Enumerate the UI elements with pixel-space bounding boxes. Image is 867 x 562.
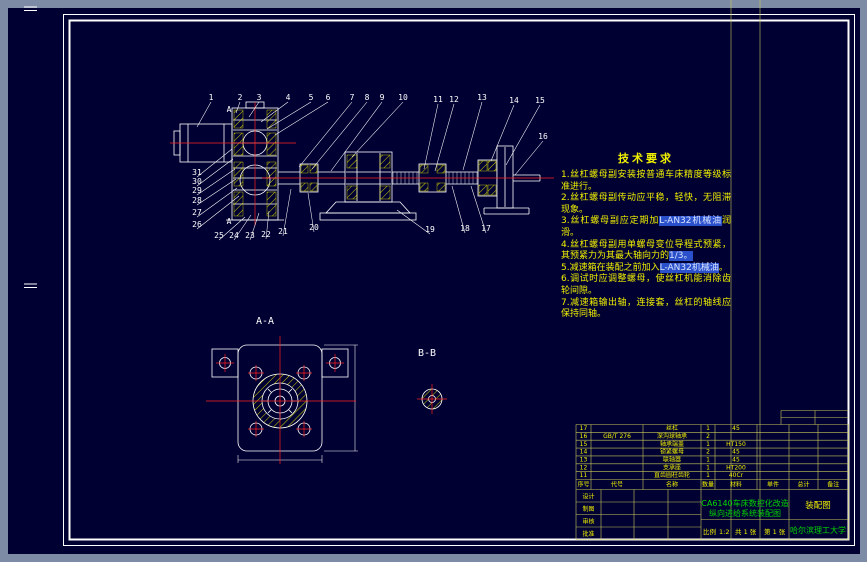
tech-requirement-item: 5.减速箱在装配之前加入L-AN32机械油。 [561,262,728,273]
table-cell: 45 [732,457,740,464]
table-cell: HT200 [726,464,746,471]
table-cell: 总计 [797,481,809,489]
table-cell: 深沟球轴承 [657,432,687,440]
part-callout: 10 [398,93,408,102]
table-cell: 13 [580,457,588,464]
table-cell: 17 [580,425,588,432]
part-callout: 8 [365,93,370,102]
table-cell: 锁紧螺母 [660,448,684,456]
tech-requirement-item: 3.丝杠螺母副应定期加L-AN32机械油润滑。 [561,216,731,238]
table-cell: 2 [706,433,710,440]
table-cell: 支承座 [663,463,681,471]
part-callout: 15 [535,96,545,105]
part-callout: 21 [278,227,288,236]
part-callout: 7 [350,93,355,102]
table-cell: 轴承端盖 [660,440,684,448]
table-cell: 丝杠 [666,424,678,432]
part-callout: A [227,105,232,114]
table-cell: 11 [580,472,588,479]
sheet-total: 共 1 张 [735,527,757,536]
drawing-canvas[interactable]: A-A B-B 1 2 3 4 5 6 7 8 9 10 11 12 13 14 1516171819202… [0,0,867,562]
tech-requirement-item: 7.减速箱输出轴，连接套，丝杠的轴线应保持同轴。 [561,297,731,320]
table-cell: 备注 [827,481,839,489]
table-cell: 直齿圆柱齿轮 [654,471,690,479]
technical-requirements: 技术要求 1.丝杠螺母副安装按普通车床精度等级标准进行。 2.丝杠螺母副传动应平稳… [561,150,731,321]
part-callout: 14 [509,96,519,105]
table-cell: 16 [580,433,588,440]
table-cell: 1 [706,464,710,471]
table-cell: 制图 [582,505,594,513]
section-label-aa: A-A [256,316,274,327]
cad-viewer-background: A-A B-B 1 2 3 4 5 6 7 8 9 10 11 12 13 14 15 16 17 18 19 20 2… [0,0,867,562]
table-cell: 名称 [666,481,678,489]
table-cell: 45 [732,449,740,456]
part-callout: 3 [257,93,262,102]
table-cell: 序号 [577,481,589,489]
table-cell: 1 [706,457,710,464]
table-cell: 单件 [767,481,779,489]
table-cell: 40Cr [729,472,744,479]
part-callout: 16 [538,132,548,141]
table-cell: 12 [580,464,588,471]
doc-type: 装配图 [805,500,831,511]
table-cell: 联轴器 [663,456,681,464]
part-callout: 23 [245,231,255,240]
project-title-line1: CA6140车床数控化改造 [701,498,788,508]
table-cell: 1 [706,472,710,479]
part-callout: 30 [192,177,202,186]
table-cell: 代号 [611,481,623,489]
part-callout: 27 [192,208,202,217]
table-cell: 1 [706,425,710,432]
table-cell: 45 [732,425,740,432]
table-cell: 数量 [702,481,714,489]
table-cell: 材料 [730,481,742,489]
part-callout: 6 [326,93,331,102]
tech-requirement-item: 4.丝杠螺母副用单螺母变位导程式预紧，其预紧力为其最大轴向力的1/3。 [561,239,731,262]
part-callout: 28 [192,196,202,205]
sheet-number: 第 1 张 [764,527,786,536]
tech-requirement-item: 6.调试时应调整螺母，使丝杠机能消除齿轮间隙。 [561,274,731,296]
part-callout: 9 [380,93,385,102]
part-callout: 29 [192,186,202,195]
scale-label: 比例 [703,527,716,536]
part-callout: 12 [449,95,459,104]
part-callout: 31 [192,168,202,177]
scale-value: 1:2 [719,528,729,536]
school-name: 哈尔滨理工大学 [790,525,846,535]
table-cell: 1 [706,441,710,448]
table-cell: 批准 [582,530,594,538]
part-callout: 2 [238,93,243,102]
table-cell: 15 [580,441,588,448]
part-callout: 18 [460,224,470,233]
tech-requirement-item: 1.丝杠螺母副安装按普通车床精度等级标准进行。 [561,170,731,192]
part-callout: 25 [214,231,224,240]
table-cell: GB/T 276 [603,433,631,440]
part-callout: 24 [229,231,239,240]
table-cell: 14 [580,449,588,456]
table-cell: 设计 [582,493,594,501]
table-cell: 2 [706,449,710,456]
part-callout: 13 [477,93,487,102]
part-callout: 1 [209,93,214,102]
tech-requirements-body: 1.丝杠螺母副安装按普通车床精度等级标准进行。 2.丝杠螺母副传动应平稳，轻快，无… [561,170,731,321]
part-callout: 11 [433,95,443,104]
part-callout: 20 [309,223,319,232]
part-callout: A [227,217,232,226]
part-callout: 4 [286,93,291,102]
part-callout: 5 [309,93,314,102]
tech-requirement-item: 2.丝杠螺母副传动应平稳，轻快，无阻滞现象。 [561,193,731,215]
project-title-line2: 纵向进给系统装配图 [709,508,781,518]
table-cell: HT150 [726,441,746,448]
part-callout: 19 [425,225,435,234]
tech-requirements-title: 技术要求 [618,152,674,165]
part-callout: 17 [481,224,491,233]
part-callout: 22 [261,230,271,239]
section-label-bb: B-B [418,348,436,359]
table-cell: 审核 [582,518,594,526]
part-callout: 26 [192,220,202,229]
